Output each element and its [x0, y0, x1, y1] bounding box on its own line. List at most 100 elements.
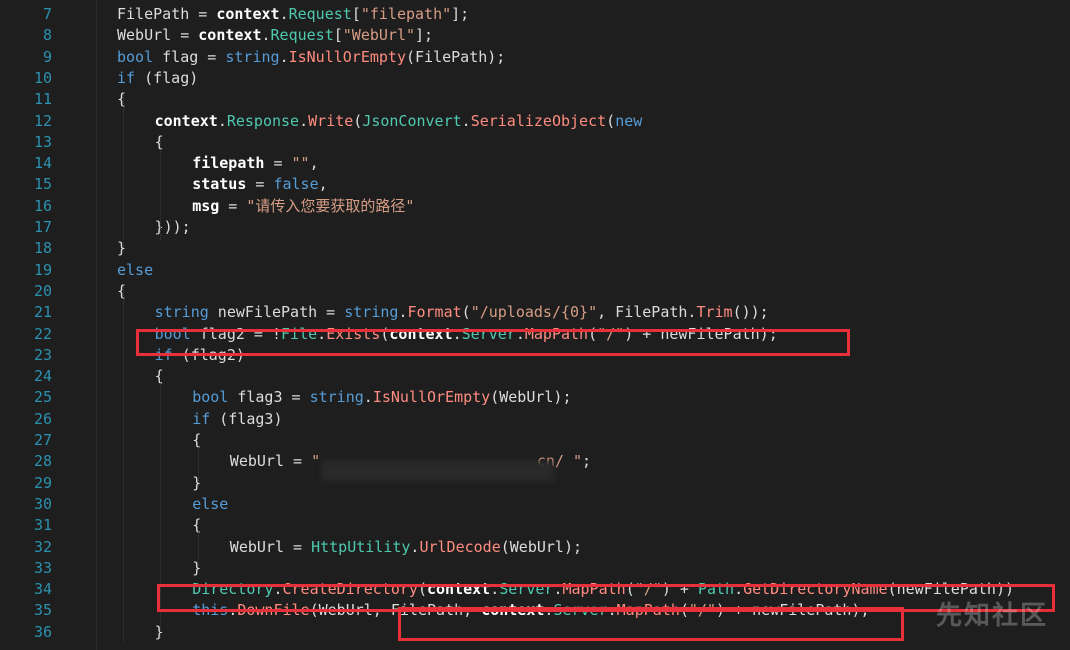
code-token: "" [291, 154, 310, 173]
indent-guide [160, 138, 161, 240]
code-text: WebUrl = HttpUtility.UrlDecode(WebUrl); [230, 537, 582, 558]
line-number: 17 [33, 218, 52, 236]
code-token: . [461, 111, 471, 130]
code-token: else [192, 494, 229, 513]
line-number: 36 [33, 622, 52, 641]
redacted-url-blur [322, 461, 554, 481]
line-number: 30 [33, 494, 52, 513]
code-token: = [246, 175, 274, 194]
code-token: (WebUrl); [490, 388, 572, 407]
code-text: bool flag = string.IsNullOrEmpty(FilePat… [117, 47, 505, 68]
line-number: 31 [33, 516, 52, 535]
code-text: filepath = "", [192, 153, 318, 174]
code-text: { [192, 430, 201, 451]
code-text: if (flag) [117, 68, 198, 89]
line-number: 8 [42, 26, 52, 45]
line-number: 35 [33, 601, 52, 620]
line-number: 13 [33, 132, 52, 151]
code-token: Request [288, 5, 352, 23]
code-token: WebUrl = [229, 452, 312, 471]
code-token: bool [192, 388, 229, 407]
code-token: , [318, 175, 328, 194]
code-token: } [192, 473, 202, 492]
line-number: 28 [33, 452, 52, 471]
code-token: flag3 = [228, 388, 310, 407]
code-token: filepath [192, 154, 265, 173]
code-token: Format [407, 303, 462, 322]
code-token: { [192, 431, 202, 449]
watermark: 先知社区 [935, 601, 1048, 631]
code-text: { [192, 515, 201, 536]
code-token: . [261, 26, 271, 45]
line-number: 24 [33, 367, 52, 386]
indent-guide [123, 287, 124, 642]
code-line: 10 if (flag) [0, 68, 1070, 89]
line-number: 27 [33, 431, 52, 449]
code-token: status [192, 175, 247, 194]
code-line: 9 bool flag = string.IsNullOrEmpty(FilePa… [0, 47, 1070, 68]
code-token: string [309, 388, 364, 407]
code-token: if [117, 68, 136, 87]
code-token: (WebUrl); [500, 537, 583, 556]
code-token: if [192, 409, 211, 428]
code-token: ; [582, 452, 592, 471]
code-token: context [216, 5, 280, 23]
line-number: 9 [42, 47, 52, 66]
code-token: { [117, 281, 127, 300]
highlight-box-line-22 [136, 329, 850, 356]
code-token: { [117, 90, 127, 109]
line-number: 20 [33, 281, 52, 300]
code-token: string [225, 47, 280, 66]
code-token: SerializeObject [470, 111, 607, 130]
line-number: 32 [33, 537, 52, 556]
code-text: else [117, 260, 153, 281]
code-token: else [117, 260, 154, 279]
code-text: status = false, [192, 174, 327, 195]
code-token: . [217, 111, 227, 130]
code-text: { [117, 89, 126, 110]
indent-guide [198, 530, 199, 570]
code-token: (FilePath); [406, 47, 506, 66]
code-token: context [154, 111, 218, 130]
code-token: string [154, 303, 209, 322]
code-line: 21 string newFilePath = string.Format("/u… [0, 302, 1070, 323]
code-token: JsonConvert [362, 111, 462, 130]
code-token: Request [270, 26, 334, 45]
line-number: 33 [33, 558, 52, 577]
line-number: 10 [33, 68, 52, 87]
code-token: false [273, 175, 319, 194]
code-token: WebUrl = [229, 537, 312, 556]
line-number: 7 [42, 5, 52, 23]
code-token: string [344, 303, 399, 322]
code-token: Response [226, 111, 300, 130]
code-token: context [198, 26, 262, 45]
code-token: { [192, 516, 202, 535]
code-line: 7 FilePath = context.Request["filepath"]; [0, 4, 1070, 25]
code-text: } [117, 238, 126, 259]
line-number: 15 [33, 175, 52, 194]
code-token: ( [606, 111, 616, 130]
code-token: ( [353, 111, 363, 130]
code-token: flag = [153, 47, 226, 66]
code-token: Write [308, 111, 354, 130]
code-token: . [279, 5, 289, 23]
code-token: } [192, 558, 202, 577]
code-token: ]; [451, 5, 470, 23]
code-editor[interactable]: 7 FilePath = context.Request["filepath"];… [0, 0, 1070, 650]
code-token: . [279, 47, 289, 66]
code-text: bool flag3 = string.IsNullOrEmpty(WebUrl… [192, 387, 571, 408]
code-token: , [309, 154, 319, 173]
indent-guide [198, 447, 199, 487]
line-number: 34 [33, 580, 52, 599]
line-number: 16 [33, 196, 52, 215]
code-token: [ [333, 26, 343, 45]
code-line: 12 context.Response.Write(JsonConvert.Ser… [0, 111, 1070, 132]
code-line: 19 else [0, 260, 1070, 281]
code-token: FilePath = [117, 5, 217, 23]
code-token: newFilePath = [208, 303, 345, 322]
code-token: IsNullOrEmpty [372, 388, 491, 407]
code-text: { [117, 281, 126, 302]
code-token: [ [351, 5, 361, 23]
code-token: = [264, 154, 292, 173]
code-token: . [299, 111, 309, 130]
